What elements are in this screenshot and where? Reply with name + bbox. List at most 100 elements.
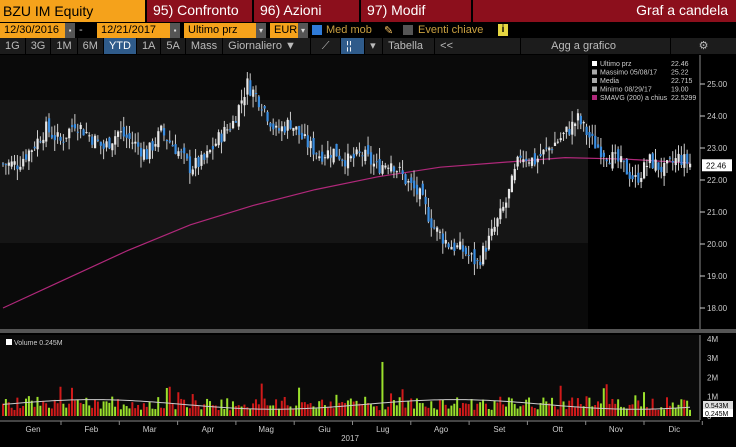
volume-bar xyxy=(430,401,433,416)
candle-body xyxy=(50,134,54,138)
volume-bar xyxy=(421,403,424,416)
candle-body xyxy=(602,152,605,157)
volume-bar xyxy=(643,392,646,416)
candle-body xyxy=(332,148,335,163)
volume-bar xyxy=(447,408,450,416)
candle-body xyxy=(252,89,255,97)
candle-body xyxy=(398,166,401,168)
candle-body xyxy=(13,161,16,165)
volume-bar xyxy=(651,398,654,416)
volume-bar xyxy=(499,396,502,416)
volume-bar xyxy=(298,387,301,416)
candle-body xyxy=(349,156,353,159)
candle-body xyxy=(565,126,568,132)
volume-bar xyxy=(142,403,145,416)
volume-bar xyxy=(381,361,384,416)
candle-body xyxy=(177,151,180,157)
volume-bar xyxy=(76,399,79,416)
candle-body xyxy=(637,172,640,183)
volume-bar xyxy=(128,408,131,416)
candle-body xyxy=(484,247,488,252)
volume-bar xyxy=(565,409,568,416)
volume-bar xyxy=(505,406,508,416)
volume-bar xyxy=(335,394,338,416)
candle-body xyxy=(657,162,660,170)
candle-body xyxy=(329,155,332,158)
volume-bar xyxy=(522,405,525,416)
volume-bar xyxy=(668,405,671,416)
volume-bar xyxy=(602,388,605,416)
volume-bar xyxy=(180,398,183,416)
candle-body xyxy=(45,121,48,142)
volume-bar xyxy=(663,409,666,416)
candle-body xyxy=(645,165,649,167)
candle-body xyxy=(82,129,85,136)
candle-body xyxy=(461,245,465,252)
volume-bar xyxy=(208,401,211,416)
candle-body xyxy=(625,159,628,175)
candle-body xyxy=(30,150,33,152)
candle-body xyxy=(68,128,71,139)
candle-body xyxy=(312,137,315,155)
volume-bar xyxy=(441,399,444,416)
volume-bar xyxy=(266,405,269,416)
x-tick-label: Ott xyxy=(552,425,563,434)
volume-bar xyxy=(39,405,42,416)
x-axis-year: 2017 xyxy=(341,434,359,443)
candle-body xyxy=(321,151,324,162)
y-tick-label: 19.00 xyxy=(707,272,728,281)
volume-bar xyxy=(134,408,137,416)
candle-body xyxy=(528,162,531,164)
candle-body xyxy=(507,189,511,199)
candle-body xyxy=(56,132,59,137)
volume-bar xyxy=(183,399,186,416)
candle-body xyxy=(608,162,611,165)
candle-body xyxy=(70,125,74,127)
candle-body xyxy=(683,154,686,168)
candle-body xyxy=(217,132,220,146)
legend-swatch xyxy=(592,95,597,100)
volume-bar xyxy=(605,384,608,416)
volume-bar xyxy=(418,403,421,416)
candle-body xyxy=(237,105,240,127)
volume-bar xyxy=(568,400,571,416)
candle-body xyxy=(551,149,554,151)
candle-body xyxy=(134,141,137,144)
volume-tag-label: 0.543M xyxy=(705,403,729,410)
candle-body xyxy=(53,135,56,141)
volume-bar xyxy=(96,401,99,416)
volume-bar xyxy=(487,408,490,416)
candle-body xyxy=(10,161,13,167)
candle-body xyxy=(424,196,427,205)
candle-body xyxy=(226,129,229,131)
volume-bar xyxy=(640,406,643,416)
volume-bar xyxy=(229,410,232,416)
candle-body xyxy=(200,154,203,166)
candle-body xyxy=(415,184,419,195)
candle-body xyxy=(346,153,350,169)
candle-body xyxy=(116,131,120,137)
volume-bar xyxy=(464,403,467,416)
candle-body xyxy=(643,162,646,179)
volume-bar xyxy=(33,406,36,416)
candle-body xyxy=(559,138,562,141)
candle-body xyxy=(39,141,42,143)
volume-bar xyxy=(433,408,436,416)
candle-body xyxy=(162,128,166,136)
candle-body xyxy=(519,155,522,158)
candle-body xyxy=(614,152,617,154)
volume-bar xyxy=(599,403,602,416)
candle-body xyxy=(358,151,361,153)
volume-bar xyxy=(329,401,332,416)
volume-legend-swatch xyxy=(6,339,12,345)
y-tick-label: 20.00 xyxy=(707,240,728,249)
candle-body xyxy=(24,154,28,160)
volume-bar xyxy=(145,406,148,416)
candle-body xyxy=(280,126,284,132)
candle-body xyxy=(323,157,327,159)
volume-bar xyxy=(559,385,562,416)
candle-body xyxy=(122,126,125,137)
candle-body xyxy=(183,147,186,154)
volume-bar xyxy=(275,399,278,416)
candle-body xyxy=(73,124,77,129)
